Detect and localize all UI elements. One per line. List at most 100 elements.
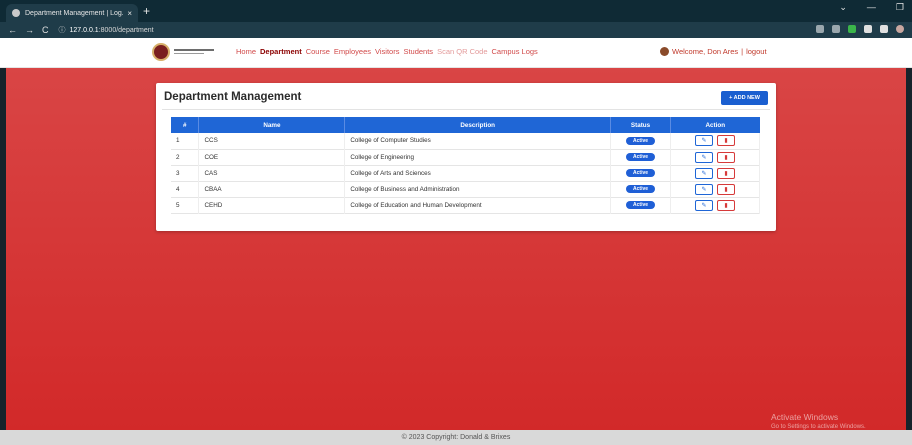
watermark-title: Activate Windows [771,412,839,422]
browser-tab[interactable]: Department Management | Log... × [6,4,138,22]
window-dropdown-icon[interactable]: ⌄ [839,2,847,13]
col-number: # [171,117,200,133]
address-bar: ← → C ⓘ 127.0.0.1:8000/department [0,22,912,38]
edit-icon[interactable]: ✎ [695,167,713,179]
row-description: College of Arts and Sciences [344,165,612,181]
user-area: Welcome, Don Ares | logout [660,47,767,56]
favicon-icon [12,9,20,17]
minimize-icon[interactable]: — [867,2,876,13]
trash-icon[interactable]: ▮ [717,151,735,163]
row-actions: ✎ ▮ [670,181,760,197]
col-status: Status [610,117,672,133]
row-description: College of Education and Human Developme… [344,197,612,213]
nav-link-home[interactable]: Home [236,47,256,56]
copyright-text: © 2023 Copyright: Donald & Brixes [401,434,511,441]
url-field[interactable]: ⓘ 127.0.0.1:8000/department [59,25,154,35]
table-row: 2 COE College of Engineering Active ✎ ▮ [171,149,760,165]
table-row: 1 CCS College of Computer Studies Active… [171,133,760,149]
trash-icon[interactable]: ▮ [717,183,735,195]
edit-icon[interactable]: ✎ [695,151,713,163]
edit-icon[interactable]: ✎ [695,183,713,195]
nav-link-course[interactable]: Course [306,47,330,56]
row-actions: ✎ ▮ [670,197,760,213]
row-status-cell: Active [610,149,672,165]
bookmark-star-icon[interactable] [832,25,840,33]
row-number: 4 [171,181,200,197]
nav-links: Home Department Course Employees Visitor… [236,47,538,56]
row-number: 5 [171,197,200,213]
row-number: 2 [171,149,200,165]
department-table: # Name Description Status Action 1 CCS C… [171,117,760,214]
row-status-cell: Active [610,133,672,149]
title-divider [162,109,770,110]
nav-separator: | [741,47,744,56]
edit-icon[interactable]: ✎ [695,199,713,211]
row-description: College of Business and Administration [344,181,612,197]
page-title: Department Management [164,91,302,103]
new-tab-icon[interactable]: + [143,4,150,18]
edit-icon[interactable]: ✎ [695,135,713,147]
back-icon[interactable]: ← [8,25,17,35]
col-action: Action [705,121,726,129]
extension-icon[interactable] [848,25,856,33]
row-status-cell: Active [610,165,672,181]
row-actions: ✎ ▮ [670,149,760,165]
row-status-cell: Active [610,181,672,197]
row-actions: ✎ ▮ [670,133,760,149]
site-navbar: Home Department Course Employees Visitor… [0,38,912,68]
col-description: Description [344,117,612,133]
row-name: CCS [198,133,346,149]
trash-icon[interactable]: ▮ [717,167,735,179]
trash-icon[interactable]: ▮ [717,199,735,211]
logout-link[interactable]: logout [746,47,766,56]
row-name: CBAA [198,181,346,197]
status-badge: Active [626,185,656,193]
row-status-cell: Active [610,197,672,213]
row-name: COE [198,149,346,165]
url-host: 127.0.0.1 [69,26,99,34]
user-avatar-icon [660,47,669,56]
row-number: 3 [171,165,200,181]
table-header-row: # Name Description Status Action [171,117,760,133]
browser-tab-bar: Department Management | Log... × + ⌄ — ❐ [0,0,912,22]
site-info-icon[interactable]: ⓘ [59,25,66,35]
right-border [906,68,912,430]
nav-link-students[interactable]: Students [403,47,433,56]
status-badge: Active [626,153,656,161]
nav-link-visitors[interactable]: Visitors [375,47,399,56]
nav-link-employees[interactable]: Employees [334,47,371,56]
nav-link-department[interactable]: Department [260,47,302,56]
nav-link-campus-logs[interactable]: Campus Logs [492,47,538,56]
page: Home Department Course Employees Visitor… [0,38,912,445]
tab-title: Department Management | Log... [25,9,124,17]
table-row: 4 CBAA College of Business and Administr… [171,181,760,197]
university-seal-logo[interactable] [152,43,170,61]
close-tab-icon[interactable]: × [127,9,132,18]
profile-avatar-icon[interactable] [896,25,904,33]
logo-wordmark [174,49,214,55]
row-actions: ✎ ▮ [670,165,760,181]
forward-icon[interactable]: → [25,25,34,35]
row-name: CAS [198,165,346,181]
row-number: 1 [171,133,200,149]
url-path: :8000/department [98,26,154,34]
nav-link-scan-qr[interactable]: Scan QR Code [437,47,487,56]
row-description: College of Computer Studies [344,133,612,149]
row-description: College of Engineering [344,149,612,165]
status-badge: Active [626,136,656,145]
restore-icon[interactable]: ❐ [896,2,904,13]
reload-icon[interactable]: C [42,25,49,35]
sidebar-icon[interactable] [880,25,888,33]
trash-icon[interactable]: ▮ [717,135,735,147]
share-icon[interactable] [816,25,824,33]
table-row: 5 CEHD College of Education and Human De… [171,197,760,213]
windows-activation-watermark: Activate Windows Go to Settings to activ… [771,412,866,432]
puzzle-icon[interactable] [864,25,872,33]
row-name: CEHD [198,197,346,213]
window-controls: ⌄ — ❐ [839,2,904,13]
user-greeting: Welcome, Don Ares [672,47,739,56]
department-card: Department Management + ADD NEW # Name D… [156,83,776,231]
table-row: 3 CAS College of Arts and Sciences Activ… [171,165,760,181]
page-footer: © 2023 Copyright: Donald & Brixes [0,430,912,445]
add-new-button[interactable]: + ADD NEW [721,91,768,105]
